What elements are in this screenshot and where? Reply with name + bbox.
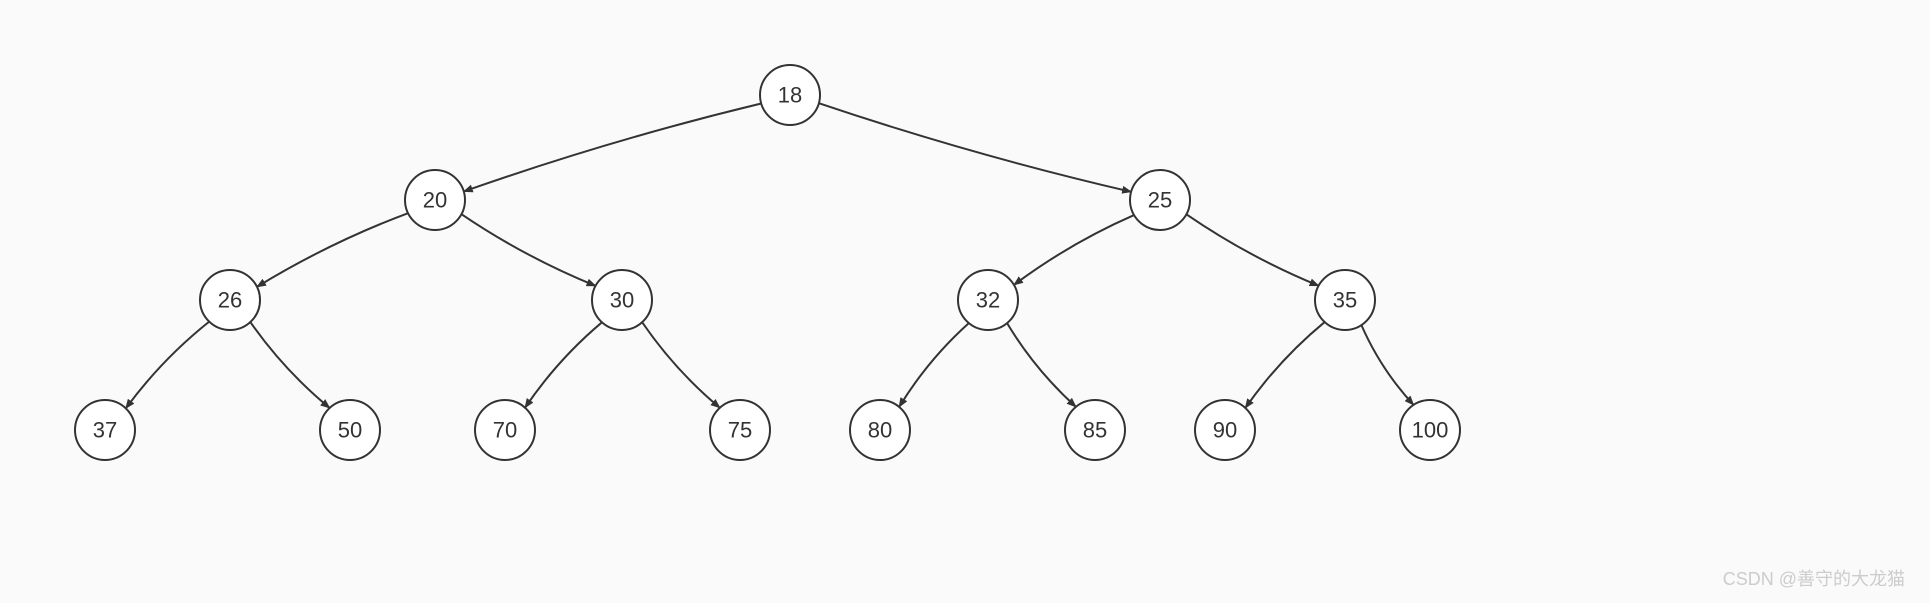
node-value: 85 (1083, 418, 1107, 443)
node-value: 26 (218, 288, 242, 313)
node-value: 18 (778, 83, 802, 108)
tree-edge (250, 322, 329, 408)
node-value: 90 (1213, 418, 1237, 443)
node-value: 80 (868, 418, 892, 443)
node-value: 37 (93, 418, 117, 443)
tree-edge (464, 104, 761, 192)
tree-edge (819, 103, 1131, 192)
tree-edge (1007, 323, 1076, 407)
tree-edge (257, 213, 408, 287)
tree-node: 25 (1130, 170, 1190, 230)
tree-edge (461, 214, 595, 286)
tree-edge (642, 322, 720, 408)
node-value: 50 (338, 418, 362, 443)
tree-node: 75 (710, 400, 770, 460)
tree-node: 20 (405, 170, 465, 230)
node-value: 100 (1412, 418, 1449, 443)
tree-edge (1361, 325, 1413, 405)
node-value: 25 (1148, 188, 1172, 213)
node-value: 32 (976, 288, 1000, 313)
binary-tree-diagram: 18 20 25 26 30 32 35 37 50 70 75 80 85 90 100 (0, 0, 1930, 603)
node-value: 20 (423, 188, 447, 213)
tree-nodes: 18 20 25 26 30 32 35 37 50 70 75 80 85 90 100 (75, 65, 1460, 460)
tree-node: 35 (1315, 270, 1375, 330)
tree-node: 80 (850, 400, 910, 460)
tree-node: 26 (200, 270, 260, 330)
tree-edge (1186, 214, 1318, 285)
tree-edges (126, 103, 1414, 408)
tree-edge (899, 323, 969, 407)
tree-node: 32 (958, 270, 1018, 330)
node-value: 30 (610, 288, 634, 313)
tree-node: 37 (75, 400, 135, 460)
watermark-text: CSDN @善守的大龙猫 (1723, 565, 1905, 591)
tree-edge (525, 322, 602, 407)
tree-node: 90 (1195, 400, 1255, 460)
tree-node: 30 (592, 270, 652, 330)
node-value: 70 (493, 418, 517, 443)
node-value: 75 (728, 418, 752, 443)
tree-node: 50 (320, 400, 380, 460)
tree-node: 18 (760, 65, 820, 125)
tree-node: 70 (475, 400, 535, 460)
tree-node: 85 (1065, 400, 1125, 460)
tree-edge (1245, 322, 1324, 408)
tree-edge (1014, 215, 1134, 285)
tree-node: 100 (1400, 400, 1460, 460)
node-value: 35 (1333, 288, 1357, 313)
tree-edge (126, 322, 209, 409)
